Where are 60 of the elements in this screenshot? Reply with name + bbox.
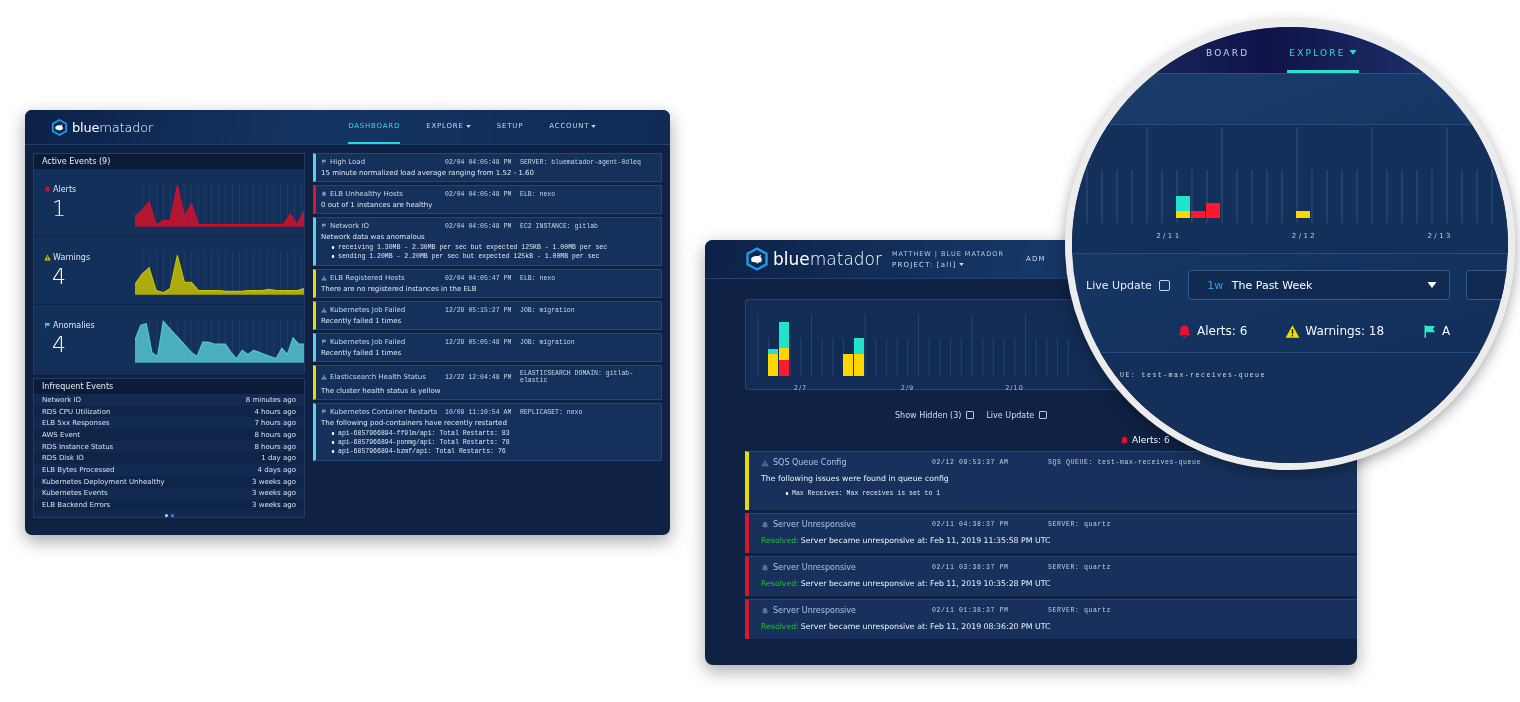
pager-dot[interactable]	[170, 513, 174, 517]
caret-icon	[591, 124, 597, 128]
bell-icon	[761, 563, 769, 572]
flag-icon	[1422, 323, 1438, 339]
chart-bar	[854, 354, 864, 376]
warning-icon	[1285, 323, 1301, 339]
summary-count: Warnings: 18	[1305, 324, 1385, 338]
panel-title: Infrequent Events	[34, 379, 304, 394]
warning-icon	[321, 275, 327, 281]
summary-count: Alerts: 6	[1197, 324, 1248, 338]
time-range-select[interactable]: 1w The Past Week	[1187, 270, 1450, 300]
category-label: Alerts	[53, 184, 77, 194]
select-field[interactable]	[1465, 270, 1508, 300]
event-count: 4	[51, 331, 67, 357]
flag-icon	[321, 409, 327, 415]
caret-icon	[958, 263, 964, 266]
nav-tab[interactable]: EXPLORE	[1287, 27, 1359, 73]
chart-bar	[843, 354, 853, 376]
checkbox[interactable]	[1158, 279, 1170, 291]
bull-logo-icon	[745, 247, 769, 271]
flag-icon	[321, 339, 327, 345]
bull-logo-icon	[51, 118, 68, 136]
checkbox[interactable]	[1039, 411, 1048, 419]
bell-icon	[321, 191, 327, 197]
caret-icon	[1426, 282, 1437, 288]
checkbox-label: Show Hidden (3)	[895, 410, 962, 420]
bell-icon	[761, 520, 769, 529]
logo-text: bluematador	[72, 119, 154, 135]
logo-text: bluematador	[773, 249, 882, 269]
caret-icon	[465, 124, 471, 128]
flag-icon	[321, 223, 327, 229]
bell-icon	[1177, 323, 1192, 339]
summary-count: A	[1442, 324, 1451, 338]
event-count: 4	[51, 263, 67, 289]
checkbox[interactable]	[966, 411, 975, 419]
chart-bar	[1296, 211, 1310, 218]
checkbox-label: Live Update	[986, 410, 1035, 420]
event-card[interactable]	[313, 217, 662, 266]
bell-icon	[1120, 435, 1129, 445]
nav-tab[interactable]: BOARD	[1204, 27, 1252, 73]
summary-count: Alerts: 6	[1132, 435, 1170, 445]
pager-dot[interactable]	[164, 513, 168, 517]
category-label: Warnings	[53, 252, 91, 262]
bell-icon	[761, 606, 769, 615]
warning-icon	[321, 307, 327, 313]
caret-icon	[1348, 50, 1357, 55]
checkbox-label: Live Update	[1086, 278, 1152, 292]
event-title: Server Unresponsive	[773, 606, 857, 615]
chart-bar	[854, 338, 864, 354]
category-label: Anomalies	[53, 320, 95, 330]
event-title: Server Unresponsive	[773, 520, 857, 529]
warning-icon	[761, 458, 769, 467]
flag-icon	[321, 159, 327, 165]
panel-title: Active Events (9)	[34, 154, 304, 169]
event-title: Server Unresponsive	[773, 563, 857, 572]
event-card[interactable]	[313, 403, 662, 461]
event-count: 1	[51, 195, 67, 221]
chart-bar	[779, 360, 789, 376]
event-title: SQS Queue Config	[773, 458, 848, 467]
warning-icon	[321, 374, 327, 380]
